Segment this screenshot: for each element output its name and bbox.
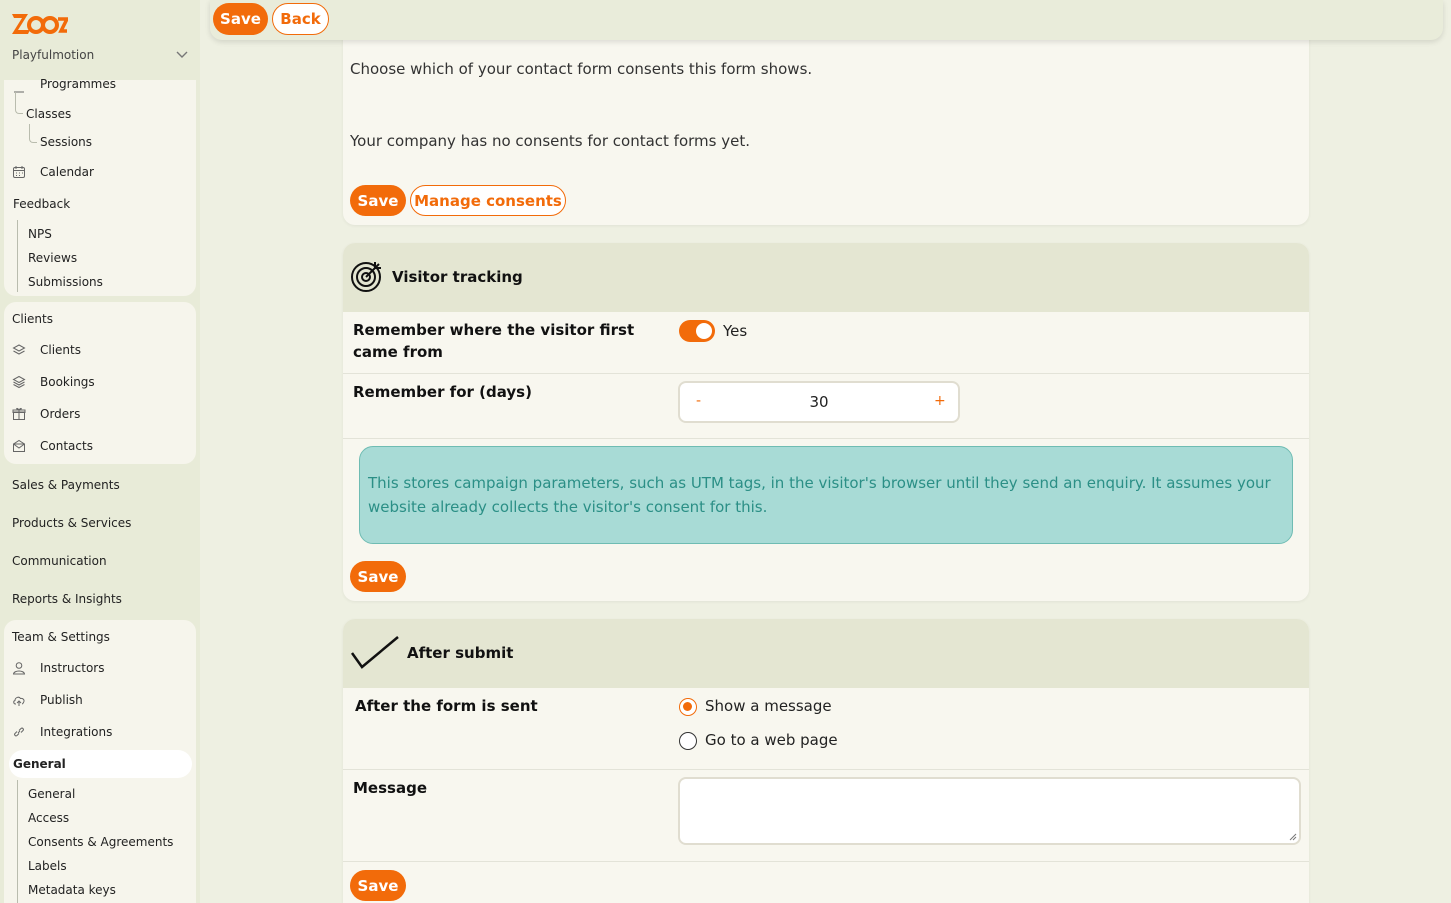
radio-show-message[interactable] <box>679 698 697 716</box>
card-header: Visitor tracking <box>343 243 1309 312</box>
toggle-knob <box>696 323 712 339</box>
sidebar-item-submissions[interactable]: Submissions <box>28 275 103 289</box>
radio-go-to-web-page-label[interactable]: Go to a web page <box>705 731 838 749</box>
sidebar-item-labels[interactable]: Labels <box>28 859 67 873</box>
sidebar-item-consents-agreements[interactable]: Consents & Agreements <box>28 835 173 849</box>
sidebar-item-clients[interactable]: Clients <box>40 343 81 357</box>
tree-connector <box>17 220 18 292</box>
after-submit-title: After submit <box>407 644 514 662</box>
sidebar-section-communication[interactable]: Communication <box>12 554 107 568</box>
sidebar-section-feedback[interactable]: Feedback <box>13 197 70 211</box>
after-sent-label: After the form is sent <box>355 697 538 715</box>
decrement-button[interactable]: - <box>696 393 701 409</box>
sidebar-section-reports-insights[interactable]: Reports & Insights <box>12 592 122 606</box>
sidebar-section-team-settings[interactable]: Team & Settings <box>12 630 110 644</box>
sidebar-item-calendar[interactable]: Calendar <box>40 165 94 179</box>
company-selector[interactable]: Playfulmotion <box>12 48 94 62</box>
divider <box>343 438 1309 439</box>
days-label: Remember for (days) <box>353 383 532 401</box>
toggle-state-text: Yes <box>723 322 748 340</box>
days-stepper[interactable]: 30 - + <box>678 381 960 423</box>
days-row: Remember for (days) 30 - + <box>343 373 1309 438</box>
zooza-logo <box>12 14 68 34</box>
clients-icon <box>12 344 26 355</box>
remember-toggle[interactable] <box>679 320 715 342</box>
sidebar-item-integrations[interactable]: Integrations <box>40 725 112 739</box>
sidebar-item-reviews[interactable]: Reviews <box>28 251 77 265</box>
action-bar: Save Back <box>210 0 1443 40</box>
remember-label: Remember where the visitor first came fr… <box>353 321 635 361</box>
tree-connector <box>17 780 18 903</box>
radio-go-to-web-page[interactable] <box>679 732 697 750</box>
sidebar-item-bookings[interactable]: Bookings <box>40 375 95 389</box>
sidebar-item-programmes[interactable]: Programmes <box>40 77 116 91</box>
manage-consents-button[interactable]: Manage consents <box>410 185 566 216</box>
message-textarea[interactable] <box>678 777 1301 845</box>
message-row: Message <box>343 769 1309 861</box>
increment-button[interactable]: + <box>934 393 946 409</box>
contacts-icon <box>13 439 25 452</box>
consents-description: Choose which of your contact form consen… <box>350 60 813 78</box>
sidebar-item-publish[interactable]: Publish <box>40 693 83 707</box>
sidebar-section-clients[interactable]: Clients <box>12 312 53 326</box>
after-sent-row: After the form is sent Show a message Go… <box>343 688 1309 769</box>
sidebar-item-access[interactable]: Access <box>28 811 69 825</box>
resize-handle-icon[interactable] <box>1289 833 1297 841</box>
link-icon <box>14 727 24 737</box>
bookings-icon <box>12 375 26 389</box>
after-submit-save-button[interactable]: Save <box>350 870 406 901</box>
sidebar-item-orders[interactable]: Orders <box>40 407 80 421</box>
target-icon <box>351 262 381 292</box>
divider <box>343 861 1309 862</box>
chevron-down-icon[interactable] <box>176 50 188 60</box>
days-value: 30 <box>809 393 829 411</box>
back-button[interactable]: Back <box>272 3 329 35</box>
radio-show-message-label[interactable]: Show a message <box>705 697 832 715</box>
card-header: After submit <box>343 619 1309 688</box>
checkmark-icon <box>350 636 399 669</box>
save-button[interactable]: Save <box>213 3 268 35</box>
visitor-tracking-title: Visitor tracking <box>392 268 523 286</box>
remember-row: Remember where the visitor first came fr… <box>343 312 1309 373</box>
cloud-upload-icon <box>13 696 25 706</box>
user-icon <box>12 662 26 675</box>
clients-group <box>4 302 196 464</box>
orders-icon <box>12 407 26 420</box>
visitor-tracking-card: Visitor tracking Remember where the visi… <box>343 243 1309 601</box>
sidebar-item-classes[interactable]: Classes <box>26 107 71 121</box>
sidebar-item-contacts[interactable]: Contacts <box>40 439 93 453</box>
sidebar-item-nps[interactable]: NPS <box>28 227 52 241</box>
sidebar-item-general[interactable]: General <box>28 787 75 801</box>
consents-save-button[interactable]: Save <box>350 185 406 216</box>
sidebar-item-metadata-keys[interactable]: Metadata keys <box>28 883 116 897</box>
sidebar-item-instructors[interactable]: Instructors <box>40 661 104 675</box>
tracking-info-box: This stores campaign parameters, such as… <box>359 446 1293 544</box>
message-label: Message <box>353 779 427 797</box>
after-submit-card: After submit After the form is sent Show… <box>343 619 1309 903</box>
tracking-save-button[interactable]: Save <box>350 561 406 592</box>
sidebar-section-general[interactable]: General <box>13 757 66 771</box>
sidebar-item-sessions[interactable]: Sessions <box>40 135 92 149</box>
tree-connector <box>29 124 37 143</box>
sidebar-section-products-services[interactable]: Products & Services <box>12 516 131 530</box>
calendar-icon <box>13 166 25 178</box>
sidebar-section-sales-payments[interactable]: Sales & Payments <box>12 478 120 492</box>
sidebar: Playfulmotion Programmes Classes Session… <box>0 0 200 903</box>
consents-empty-text: Your company has no consents for contact… <box>350 132 750 150</box>
tree-connector <box>15 92 23 114</box>
